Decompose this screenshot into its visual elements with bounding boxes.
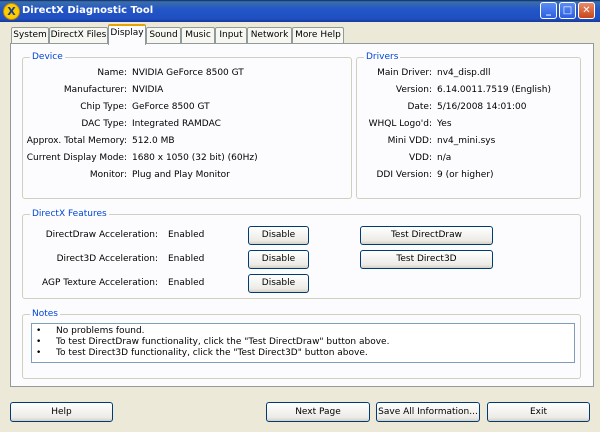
drivers-legend: Drivers bbox=[364, 52, 401, 63]
driver-label: Mini VDD: bbox=[387, 136, 432, 146]
directdraw-status: Enabled bbox=[168, 230, 205, 240]
driver-value: 9 (or higher) bbox=[437, 170, 494, 180]
notes-legend: Notes bbox=[30, 309, 60, 320]
note-line: • To test Direct3D functionality, click t… bbox=[36, 348, 368, 358]
tab-system[interactable]: System bbox=[11, 27, 49, 43]
drivers-group: Drivers Main Driver: nv4_disp.dll Versio… bbox=[356, 52, 581, 199]
driver-value: 5/16/2008 14:01:00 bbox=[437, 102, 527, 112]
direct3d-status: Enabled bbox=[168, 254, 205, 264]
device-group: Device Name: NVIDIA GeForce 8500 GT Manu… bbox=[22, 52, 352, 199]
note-line: • To test DirectDraw functionality, click… bbox=[36, 337, 389, 347]
driver-value: nv4_disp.dll bbox=[437, 68, 491, 78]
device-label: DAC Type: bbox=[81, 119, 127, 129]
driver-value: n/a bbox=[437, 153, 452, 163]
close-button[interactable]: ✕ bbox=[578, 2, 595, 19]
driver-label: DDI Version: bbox=[376, 170, 432, 180]
note-bullet: • bbox=[36, 326, 42, 336]
notes-group: Notes • No problems found. • To test Direc… bbox=[22, 309, 581, 379]
device-label: Chip Type: bbox=[80, 102, 127, 112]
note-text: To test DirectDraw functionality, click … bbox=[56, 337, 390, 347]
driver-value: Yes bbox=[437, 119, 452, 129]
device-value: 1680 x 1050 (32 bit) (60Hz) bbox=[132, 153, 258, 163]
device-value: Plug and Play Monitor bbox=[132, 170, 230, 180]
save-all-information-button[interactable]: Save All Information... bbox=[376, 402, 480, 422]
features-legend: DirectX Features bbox=[30, 209, 109, 220]
device-value: Integrated RAMDAC bbox=[132, 119, 221, 129]
help-button[interactable]: Help bbox=[10, 402, 113, 422]
driver-label: Main Driver: bbox=[377, 68, 432, 78]
agp-texture-label: AGP Texture Acceleration: bbox=[41, 278, 158, 288]
driver-label: VDD: bbox=[408, 153, 432, 163]
device-legend: Device bbox=[30, 52, 65, 63]
note-bullet: • bbox=[36, 348, 42, 358]
device-value: GeForce 8500 GT bbox=[132, 102, 210, 112]
tab-input[interactable]: Input bbox=[215, 27, 247, 43]
minimize-button[interactable]: _ bbox=[540, 2, 557, 19]
title-bar[interactable]: X DirectX Diagnostic Tool _ □ ✕ bbox=[0, 0, 600, 22]
test-directdraw-button[interactable]: Test DirectDraw bbox=[360, 226, 493, 245]
tab-strip: System DirectX Files Display Sound Music… bbox=[0, 24, 600, 45]
device-value: NVIDIA bbox=[132, 85, 164, 95]
notes-textbox[interactable]: • No problems found. • To test DirectDraw … bbox=[31, 323, 575, 363]
directdraw-label: DirectDraw Acceleration: bbox=[45, 230, 158, 240]
note-line: • No problems found. bbox=[36, 326, 145, 336]
driver-label: WHQL Logo'd: bbox=[368, 119, 432, 129]
driver-value: nv4_mini.sys bbox=[437, 136, 496, 146]
tab-display[interactable]: Display bbox=[108, 24, 146, 45]
tab-network[interactable]: Network bbox=[247, 27, 292, 43]
disable-agp-texture-button[interactable]: Disable bbox=[248, 274, 309, 293]
directx-x-icon: X bbox=[3, 3, 20, 20]
disable-directdraw-button[interactable]: Disable bbox=[248, 226, 309, 245]
exit-button[interactable]: Exit bbox=[487, 402, 590, 422]
disable-direct3d-button[interactable]: Disable bbox=[248, 250, 309, 269]
tab-more-help[interactable]: More Help bbox=[292, 27, 344, 43]
device-label: Current Display Mode: bbox=[26, 153, 127, 163]
next-page-button[interactable]: Next Page bbox=[266, 402, 370, 422]
device-value: NVIDIA GeForce 8500 GT bbox=[132, 68, 244, 78]
maximize-button[interactable]: □ bbox=[559, 2, 576, 19]
tab-sound[interactable]: Sound bbox=[146, 27, 181, 43]
driver-label: Version: bbox=[395, 85, 432, 95]
device-label: Approx. Total Memory: bbox=[26, 136, 127, 146]
window-title: DirectX Diagnostic Tool bbox=[22, 5, 154, 16]
note-text: No problems found. bbox=[56, 326, 145, 336]
tab-directx-files[interactable]: DirectX Files bbox=[49, 27, 108, 43]
note-text: To test Direct3D functionality, click th… bbox=[56, 348, 368, 358]
directx-features-group: DirectX Features DirectDraw Acceleration… bbox=[22, 209, 581, 299]
device-label: Monitor: bbox=[89, 170, 127, 180]
direct3d-label: Direct3D Acceleration: bbox=[56, 254, 158, 264]
test-direct3d-button[interactable]: Test Direct3D bbox=[360, 250, 493, 269]
driver-label: Date: bbox=[407, 102, 432, 112]
device-label: Manufacturer: bbox=[63, 85, 127, 95]
agp-texture-status: Enabled bbox=[168, 278, 205, 288]
device-label: Name: bbox=[97, 68, 127, 78]
display-tab-panel: Device Name: NVIDIA GeForce 8500 GT Manu… bbox=[10, 43, 594, 387]
tab-music[interactable]: Music bbox=[181, 27, 215, 43]
driver-value: 6.14.0011.7519 (English) bbox=[437, 85, 551, 95]
device-value: 512.0 MB bbox=[132, 136, 175, 146]
note-bullet: • bbox=[36, 337, 42, 347]
